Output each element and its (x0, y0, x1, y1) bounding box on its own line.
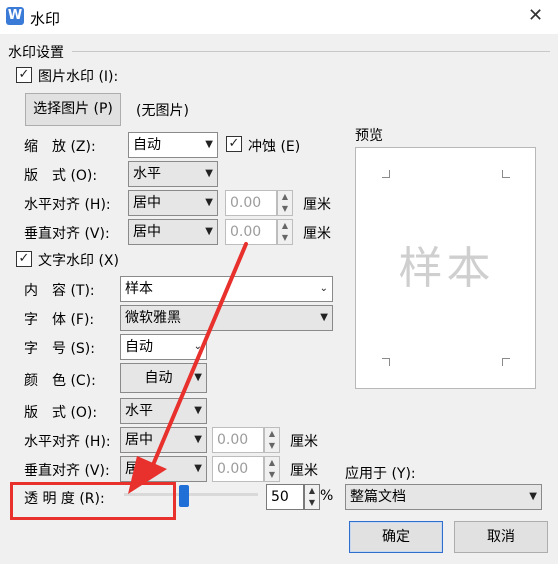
annotation-arrow-shaft (148, 242, 248, 474)
annotation-arrow-head (128, 456, 167, 494)
annotation-arrow (128, 242, 248, 494)
